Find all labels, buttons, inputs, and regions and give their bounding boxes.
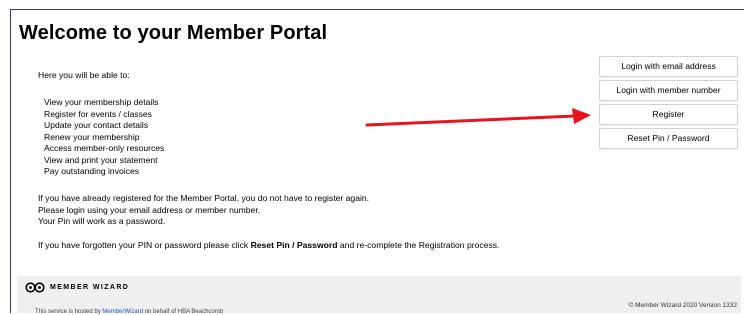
hosted-by-link[interactable]: MemberWizard [102,309,143,315]
hosted-by-text: This service is hosted by MemberWizard o… [35,309,223,315]
feature-item: View your membership details [44,97,159,107]
frame-top-border [10,9,744,10]
feature-item: Update your contact details [44,120,149,130]
registered-line: Your Pin will work as a password. [38,216,166,226]
member-wizard-logo-icon [25,282,45,293]
forgot-reset-emphasis: Reset Pin / Password [250,240,338,250]
feature-item: Pay outstanding invoices [44,166,140,176]
registered-line: Please login using your email address or… [38,204,261,215]
copyright-text: © Member Wizard 2020 Version 1332 [628,302,737,309]
feature-list: View your membership details Register fo… [44,97,164,178]
hosted-prefix: This service is hosted by [35,309,103,315]
feature-item: Register for events / classes [44,108,152,119]
forgot-password-text: If you have forgotten your PIN or passwo… [38,240,499,252]
register-button[interactable]: Register [599,104,738,125]
forgot-prefix: If you have forgotten your PIN or passwo… [38,240,251,250]
member-wizard-logo: MEMBER WIZARD [25,282,129,293]
auth-button-group: Login with email address Login with memb… [599,56,739,152]
logo-wordmark: MEMBER WIZARD [50,284,130,291]
feature-item: View and print your statement [44,154,158,165]
feature-item: Renew your membership [44,131,140,142]
footer: MEMBER WIZARD © Member Wizard 2020 Versi… [17,276,741,315]
login-email-button[interactable]: Login with email address [599,56,738,77]
hosted-suffix: on behalf of HBA Beachcomb [143,309,224,315]
forgot-suffix: and re-complete the Registration process… [337,240,500,250]
intro-text: Here you will be able to: [38,70,130,80]
page-title: Welcome to your Member Portal [19,22,328,44]
reset-pin-button[interactable]: Reset Pin / Password [599,128,738,149]
already-registered-text: If you have already registered for the M… [38,193,369,228]
feature-item: Access member-only resources [44,143,165,153]
login-member-number-button[interactable]: Login with member number [599,80,738,101]
registered-line: If you have already registered for the M… [38,193,370,203]
frame-left-border [10,9,11,313]
red-arrow-pointing-right-icon [365,108,591,127]
